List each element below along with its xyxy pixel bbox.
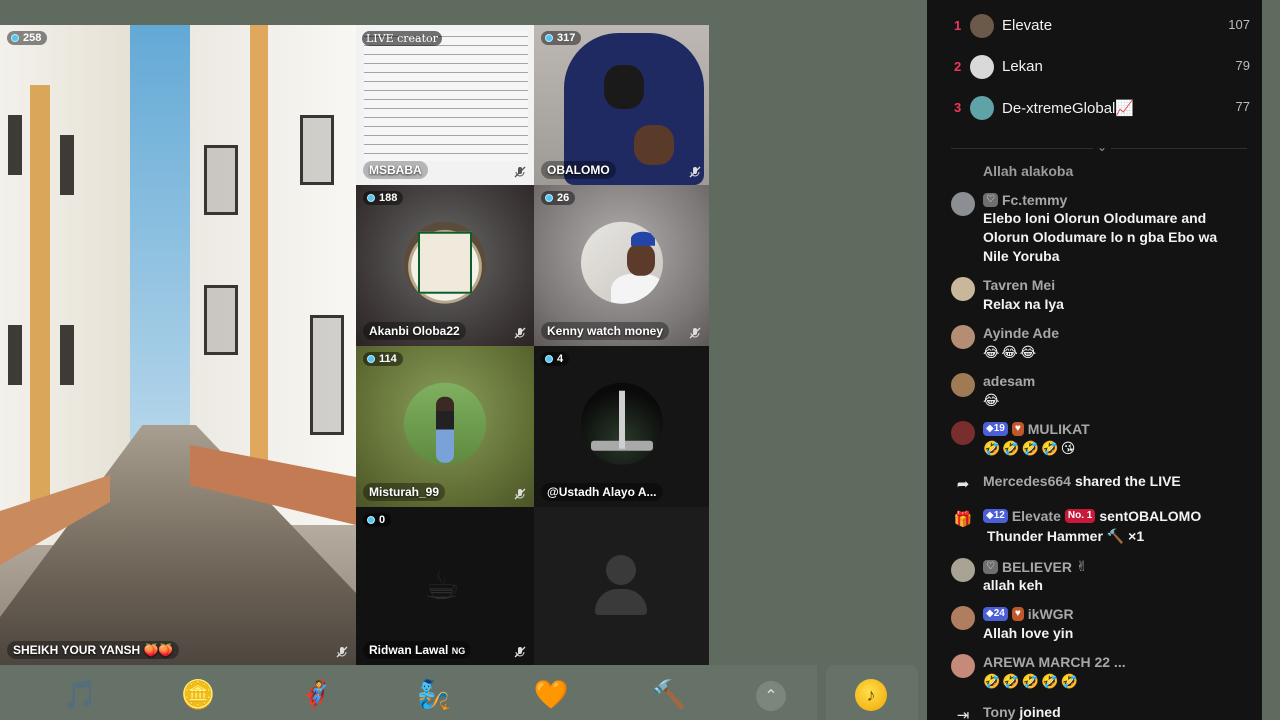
heart-gift-icon[interactable]: 🧡 [533,676,569,712]
chat-username[interactable]: Ayinde Ade [983,325,1059,341]
guest-tile-misturah[interactable]: 114 Misturah_99 [356,346,534,507]
avatar[interactable] [951,654,975,678]
tiktok-coin-icon[interactable]: ♪ [855,679,887,711]
music-note-gift-icon[interactable]: 🎵 [62,676,98,712]
guest-avatar [580,221,663,304]
viewer-count: 4 [541,352,570,366]
viewer-icon [367,355,375,363]
viewer-icon [11,34,19,42]
viewer-count: 0 [363,513,392,527]
avatar[interactable] [951,421,975,445]
guest-avatar [580,382,663,465]
chat-username[interactable]: AREWA MARCH 22 ... [983,654,1126,670]
avatar[interactable] [951,325,975,349]
mic-muted-icon [689,327,701,339]
empty-guest-slot[interactable] [534,507,709,665]
guest-tile-msbaba[interactable]: LIVE creator MSBABA [356,25,534,185]
viewer-icon [367,516,375,524]
chat-username[interactable]: ♡ BELIEVER ✌ [983,558,1088,575]
guest-name: @Ustadh Alayo A... [541,483,663,501]
chat-username[interactable]: adesam [983,373,1035,389]
hammer-gift-icon[interactable]: 🔨 [651,676,687,712]
avatar [970,55,994,79]
live-creator-tag: LIVE creator [362,31,442,46]
viewer-count: 188 [363,191,404,205]
chat-username[interactable]: ◆24 ♥ ikWGR [983,606,1074,622]
chat-username[interactable]: Elevate [1012,508,1061,524]
coffee-cup-icon: ☕ [424,564,460,608]
fan-badge: ♡ [983,193,998,207]
guest-name: MSBABA [363,161,428,179]
leaderboard-item[interactable]: 1 Elevate 107 [927,8,1262,44]
guest-name: Kenny watch money [541,322,670,340]
chat-username[interactable]: ♡ Fc.temmy [983,192,1067,208]
guest-avatar [404,382,486,465]
mic-muted-icon [514,488,526,500]
street-photo-building [0,25,130,545]
mic-muted-icon [689,166,701,178]
guest-tile-akanbi[interactable]: 188 Akanbi Oloba22 [356,185,534,346]
person-placeholder-icon [606,555,636,585]
guest-name: OBALOMO [541,161,616,179]
hero-gift-icon[interactable]: 🦸 [298,676,334,712]
fan-club-badge: ♥ [1011,607,1024,621]
avatar[interactable] [951,277,975,301]
document-screen-share [364,31,528,161]
fan-club-badge: ♥ [1011,422,1024,436]
chevron-up-icon[interactable]: ⌃ [756,681,786,711]
chat-username[interactable]: Mercedes664 [983,473,1071,489]
live-video-grid: 258 SHEIKH YOUR YANSH 🍑🍑 LIVE creator MS… [0,25,709,665]
chat-panel: 1 Elevate 107 2 Lekan 79 3 De-xtremeGlob… [927,0,1262,720]
guest-tile-ridwan[interactable]: ☕ 0 Ridwan Lawal NG [356,507,534,665]
avatar [970,14,994,38]
guest-tile-obalomo[interactable]: 317 OBALOMO [534,25,709,185]
avatar[interactable] [951,558,975,582]
avatar[interactable] [951,373,975,397]
level-badge: ◆19 [983,422,1008,436]
guest-avatar [404,221,486,304]
viewer-count: 26 [541,191,576,205]
leaderboard-item[interactable]: 3 De-xtremeGlobal📈 77 [927,90,1262,126]
mic-muted-icon [514,327,526,339]
mic-muted-icon [514,166,526,178]
viewer-icon [545,194,553,202]
gift-bar [0,665,817,720]
viewer-icon [545,355,553,363]
viewer-icon [367,194,375,202]
victory-hand-icon: ✌ [1075,558,1088,574]
viewer-count: 258 [7,31,48,45]
guest-name: Akanbi Oloba22 [363,322,466,340]
chat-username[interactable]: ◆19 ♥ MULIKAT [983,421,1090,437]
viewer-count: 114 [363,352,403,366]
join-icon: ⇥ [956,707,970,720]
level-badge: ◆24 [983,607,1008,621]
leaderboard-item[interactable]: 2 Lekan 79 [927,49,1262,85]
viewer-icon [545,34,553,42]
rank-badge: No. 1 [1064,509,1096,523]
avatar [970,96,994,120]
mic-muted-icon [336,646,348,658]
guest-name: Misturah_99 [363,483,446,501]
chat-username[interactable]: Tony [983,704,1015,720]
chat-username[interactable]: Tavren Mei [983,277,1055,293]
viewer-count: 317 [541,31,582,45]
avatar[interactable] [951,192,975,216]
mic-muted-icon [514,646,526,658]
avatar[interactable] [951,606,975,630]
guest-tile-ustadh[interactable]: 4 @Ustadh Alayo A... [534,346,709,507]
guest-name: Ridwan Lawal NG [363,641,472,659]
country-tag: NG [451,646,466,656]
gift-icon: 🎁 [953,511,973,528]
window-scrollbar[interactable] [1262,0,1280,720]
fan-badge: ♡ [983,559,998,574]
coin-gift-icon[interactable]: 🪙 [180,676,216,712]
level-badge: ◆12 [983,509,1008,523]
guest-name: SHEIKH YOUR YANSH 🍑🍑 [7,641,180,659]
guest-tile-kenny[interactable]: 26 Kenny watch money [534,185,709,346]
chevron-down-icon[interactable]: ⌄ [1093,140,1112,154]
genie-gift-icon[interactable]: 🧞 [416,676,452,712]
share-icon: ➦ [956,476,970,493]
hammer-gift-icon: 🔨 [1106,528,1125,544]
guest-tile-main[interactable]: 258 SHEIKH YOUR YANSH 🍑🍑 [0,25,356,665]
